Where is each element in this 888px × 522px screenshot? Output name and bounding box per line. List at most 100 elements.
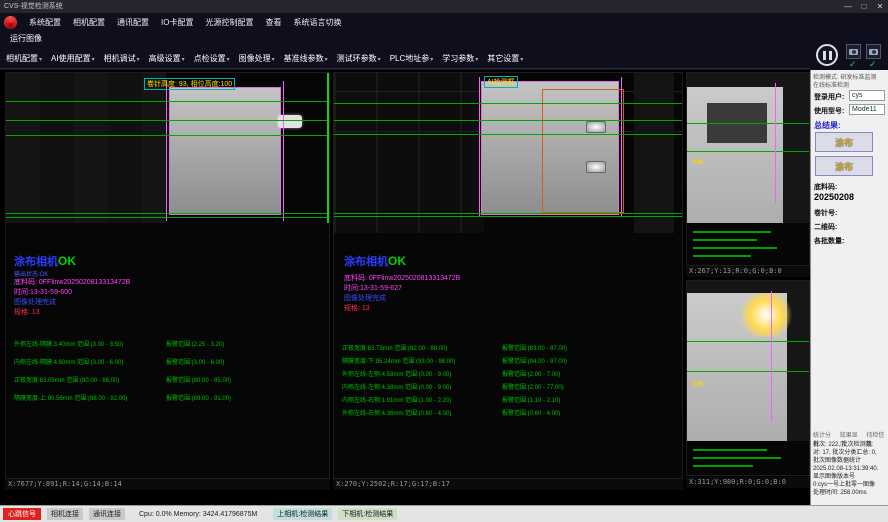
measure-line [6, 120, 330, 121]
measurement-value: 外侧左线-左侧:4.58mm 范围:(0.00 - 9.00) [342, 369, 451, 378]
machine-structure [634, 73, 674, 233]
process-done-text: 图像处理完成 [344, 293, 386, 303]
camera-link-indicator: 相机连接 [47, 508, 83, 520]
title-bar: CVS-视觉检测系统 — □ ✕ [0, 0, 888, 13]
toolbar-item[interactable]: 测试环参数▾ [337, 53, 381, 64]
toolbar-item[interactable]: PLC地址参▾ [390, 53, 434, 64]
pixel-coordinates: X:311;Y:980;R:0;G:0;B:0 [686, 477, 810, 488]
alarm-range: 报警范围:(3.00 - 6.00) [166, 357, 224, 366]
toolbar-item[interactable]: 高级设置▾ [149, 53, 185, 64]
menu-item[interactable]: 相机配置 [73, 17, 105, 28]
result-tag: OK [693, 159, 704, 166]
measurement-value: 隔膜宽度-下:95.24mm 范围:(93.00 - 98.00) [342, 356, 455, 365]
thumbnail-view-2[interactable]: OK [686, 280, 810, 476]
toolbar-item[interactable]: 图像处理▾ [239, 53, 275, 64]
login-user-label: 登录用户: [814, 92, 844, 102]
chevron-down-icon: ▾ [430, 57, 433, 63]
menu-item[interactable]: IO卡配置 [161, 17, 193, 28]
pause-icon [829, 51, 832, 60]
camera-icon [849, 49, 858, 55]
model-field[interactable]: Mode11 [849, 104, 885, 115]
toolbar-item[interactable]: 其它设置▾ [487, 53, 523, 64]
thumbnail-view-1[interactable]: OK [686, 72, 810, 266]
menu-item[interactable]: 光源控制配置 [205, 17, 253, 28]
ai-detect-box [542, 89, 624, 213]
alarm-range: 报警范围:(94.00 - 97.00) [502, 356, 567, 365]
measurement-row: 隔膜宽度-下:95.24mm 范围:(93.00 - 98.00) 报警范围:(… [334, 356, 682, 366]
menu-item[interactable]: 系统语言切换 [293, 17, 341, 28]
connector-part [278, 115, 302, 128]
model-label: 使用型号: [814, 106, 844, 116]
measurement-row: 外侧左线-左侧:4.58mm 范围:(0.00 - 9.00) 报警范围:(2.… [334, 369, 682, 379]
chevron-down-icon: ▾ [272, 57, 275, 63]
roi-label: AI检测框 [484, 76, 518, 88]
measure-line [687, 151, 810, 152]
left-camera-view[interactable]: 卷针高度: 93, 相位高度:100 涂布相机OK 输出状态:OK 底料码: 0… [5, 72, 330, 479]
pause-button[interactable] [816, 44, 838, 66]
window-controls: — □ ✕ [840, 0, 888, 13]
process-done-text: 图像处理完成 [14, 297, 56, 307]
part-region [169, 87, 281, 215]
toolbar-item[interactable]: 基准线参数▾ [284, 53, 328, 64]
menu-item[interactable]: 查看 [265, 17, 281, 28]
measure-line [687, 341, 810, 342]
chevron-down-icon: ▾ [137, 57, 140, 63]
toolbar-item[interactable]: 相机配置▾ [6, 53, 42, 64]
measurement-row: 隔膜宽度-上:90.56mm 范围:(88.00 - 92.00) 报警范围:(… [6, 393, 329, 403]
measurement-row: 内侧左线-右侧:1.91mm 范围:(1.00 - 2.20) 报警范围:(1.… [334, 395, 682, 405]
close-button[interactable]: ✕ [872, 0, 888, 13]
chevron-down-icon: ▾ [325, 57, 328, 63]
menu-item[interactable]: 系统配置 [29, 17, 61, 28]
maximize-button[interactable]: □ [856, 0, 872, 13]
top-header: CVS-视觉检测系统 — □ ✕ 系统配置 相机配置 通讯配置 IO卡配置 光源… [0, 0, 888, 70]
camera-1-button[interactable] [846, 44, 861, 59]
menu-item[interactable]: 通讯配置 [117, 17, 149, 28]
measure-line [6, 213, 330, 214]
chevron-down-icon: ▾ [227, 57, 230, 63]
toolbar-item[interactable]: 学习参数▾ [442, 53, 478, 64]
measurement-row: 正极宽度:83.05mm 范围:(80.00 - 86.00) 报警范围:(80… [6, 375, 329, 385]
alarm-range: 报警范围:(89.00 - 91.00) [166, 393, 231, 402]
toolbar-item[interactable]: 相机调试▾ [104, 53, 140, 64]
measure-line [334, 216, 683, 217]
center-camera-view[interactable]: AI检测框 涂布相机OK 底料码: 0FFlinw202502081331347… [333, 72, 683, 479]
measurement-value: 正极宽度:83.05mm 范围:(80.00 - 86.00) [14, 375, 119, 384]
measurement-row: 外侧左线-隔膜:3.40mm 范围:(3.00 - 3.50) 报警范围:(2.… [6, 339, 329, 349]
measurement-value: 隔膜宽度-上:90.56mm 范围:(88.00 - 92.00) [14, 393, 127, 402]
toolbar-item[interactable]: 点检设置▾ [194, 53, 230, 64]
pause-icon [823, 51, 826, 60]
toolbar-item[interactable]: AI使用配置▾ [51, 53, 95, 64]
micro-text-line [693, 449, 767, 451]
material-text: 规格: 13 [344, 303, 370, 313]
roi-label: 卷针高度: 93, 相位高度:100 [144, 78, 235, 90]
measurement-value: 正极宽度:83.73mm 范围:(82.00 - 88.00) [342, 343, 447, 352]
result-ok-text: OK [58, 254, 76, 268]
measure-line [687, 123, 810, 124]
micro-text-line [693, 239, 757, 241]
comm-link-indicator: 通讯连接 [89, 508, 125, 520]
check-icon: ✓ [869, 60, 877, 69]
camera-2-button[interactable] [866, 44, 881, 59]
alarm-range: 报警范围:(2.25 - 3.20) [166, 339, 224, 348]
lower-camera-result: 下相机:检测结果 [338, 508, 397, 520]
reflection-glint [586, 161, 606, 173]
pixel-coordinates: X:267;Y:13;R:0;G:0;B:0 [686, 266, 810, 277]
measure-line [334, 120, 683, 121]
login-user-field[interactable]: cys [849, 90, 885, 101]
minimize-button[interactable]: — [840, 0, 856, 13]
micro-text-line [693, 465, 753, 467]
reflection-glint [586, 121, 606, 133]
measurement-value: 内侧左线-隔膜:4.60mm 范围:(3.00 - 6.00) [14, 357, 123, 366]
measure-line [687, 371, 810, 372]
measure-line [334, 134, 683, 135]
barcode-label: 底料码: [814, 182, 837, 192]
measurement-row: 外侧左线-右侧:4.36mm 范围:(0.60 - 4.00) 报警范围:(0.… [334, 408, 682, 418]
measure-line [479, 77, 480, 217]
alarm-range: 报警范围:(1.10 - 2.10) [502, 395, 560, 404]
measure-line [775, 83, 776, 203]
tab-run-image[interactable]: 运行图像 [0, 32, 810, 46]
barcode-text: 底料码: 0FFlinw2025020813313472B [344, 273, 460, 283]
chevron-down-icon: ▾ [39, 57, 42, 63]
micro-text-line [693, 457, 781, 459]
result-title: 涂布相机OK [344, 253, 406, 269]
